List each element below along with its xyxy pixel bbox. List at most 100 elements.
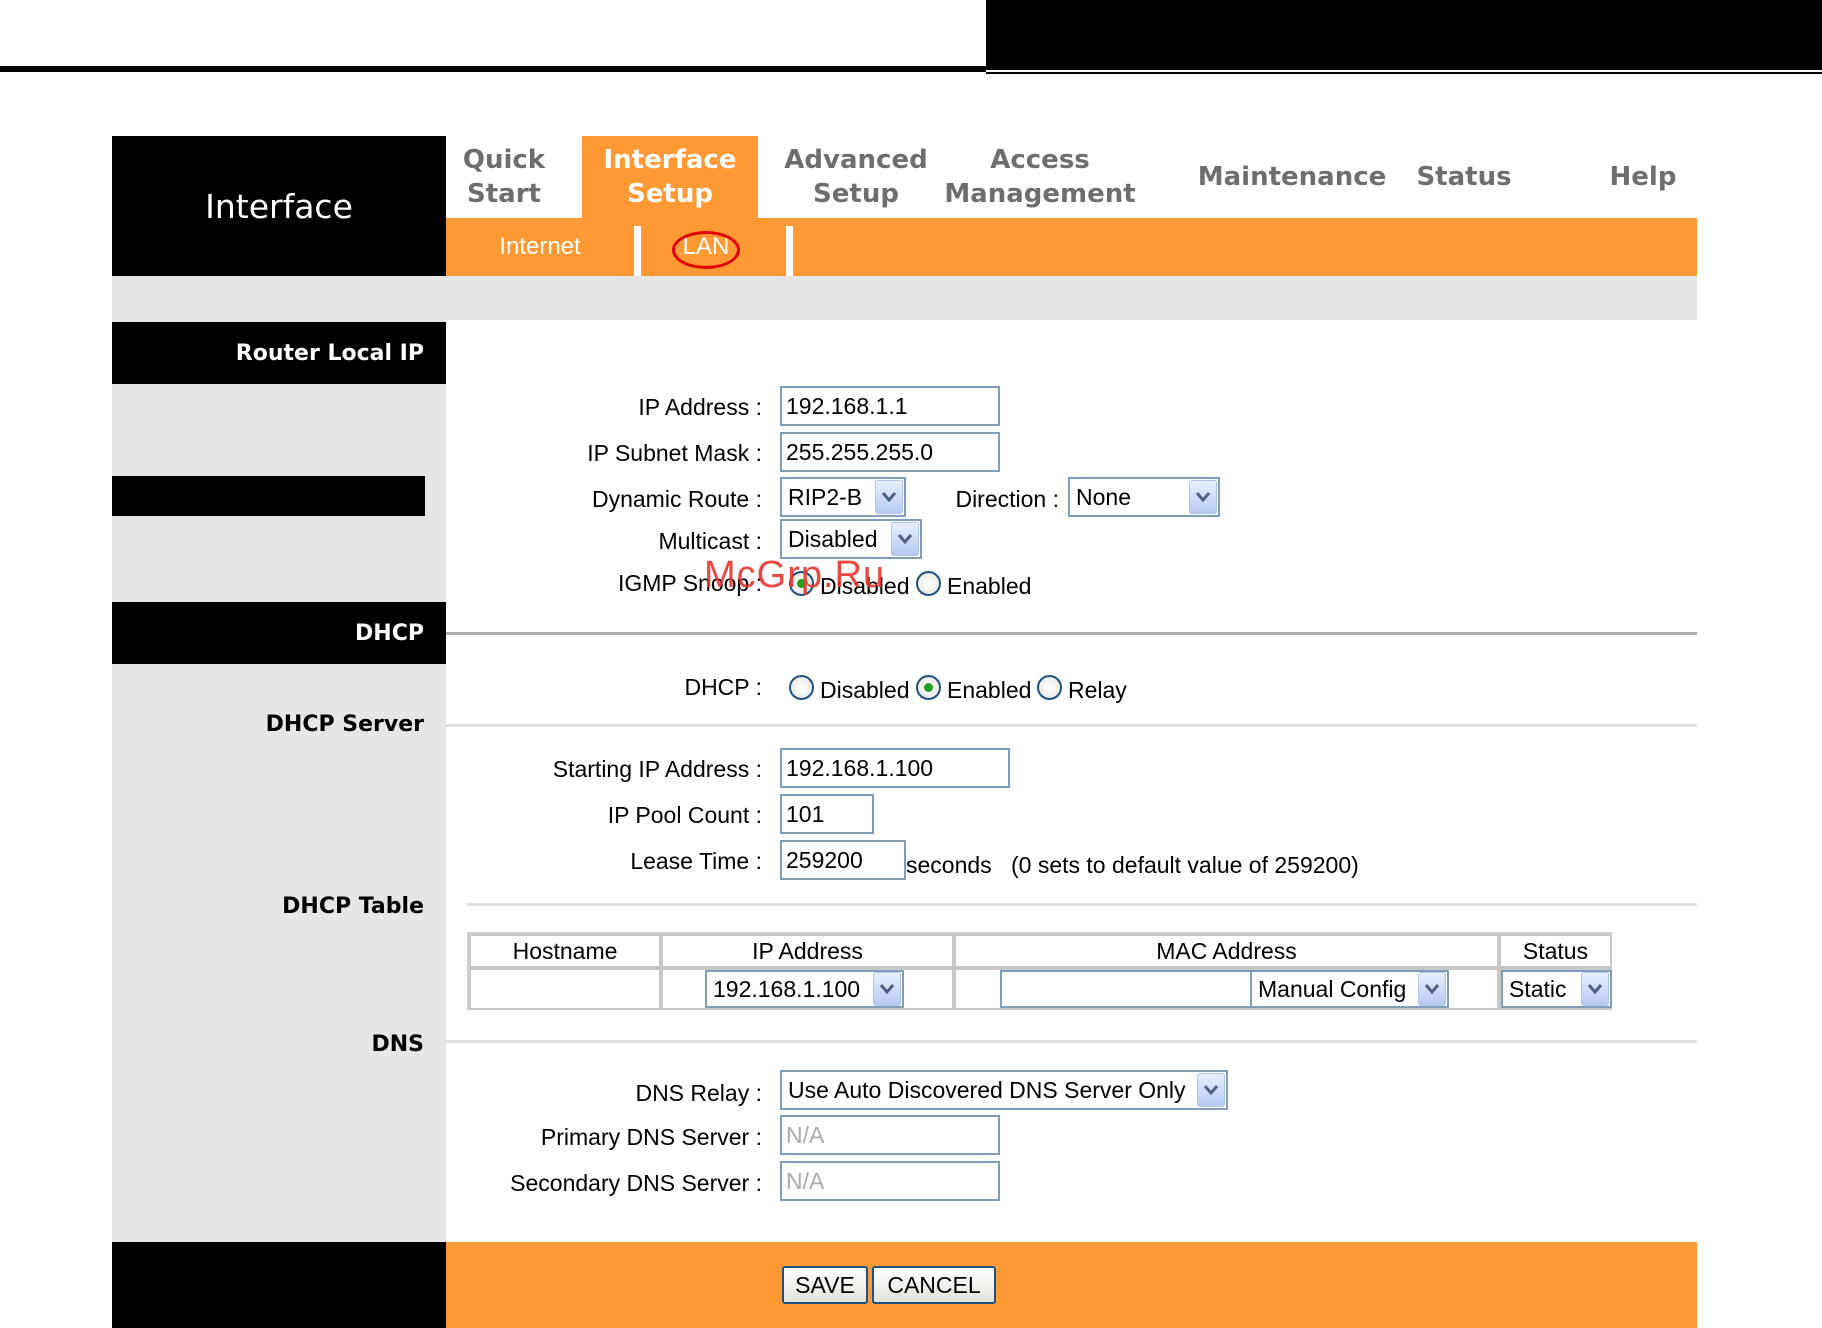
title-spacer-bar bbox=[112, 276, 1697, 320]
pool-count-label: IP Pool Count : bbox=[607, 802, 762, 828]
ip-address-cell: 192.168.1.100 bbox=[661, 968, 954, 1010]
starting-ip-input[interactable]: 192.168.1.100 bbox=[780, 748, 1010, 788]
direction-select[interactable]: None bbox=[1068, 477, 1220, 517]
lan-highlight-circle bbox=[672, 231, 740, 269]
section-blank-header bbox=[112, 476, 425, 516]
chevron-down-icon bbox=[1581, 972, 1609, 1006]
section-dhcp: DHCP bbox=[112, 602, 446, 664]
section-dhcp-server: DHCP Server bbox=[265, 712, 424, 737]
ip-address-input[interactable]: 192.168.1.1 bbox=[780, 386, 1000, 426]
tab-interface-setup-line2: Setup bbox=[627, 179, 713, 209]
left-section-panel bbox=[112, 320, 446, 1328]
dhcp-disabled-radio[interactable] bbox=[789, 675, 814, 700]
dhcp-table-header: Status bbox=[1499, 934, 1612, 968]
tab-interface-setup[interactable]: Interface Setup bbox=[582, 136, 758, 218]
tab-status-label: Status bbox=[1416, 162, 1512, 192]
dhcp-relay-radio[interactable] bbox=[1037, 675, 1062, 700]
direction-value: None bbox=[1076, 483, 1131, 510]
dhcp-enabled-radio[interactable] bbox=[916, 675, 941, 700]
cancel-button[interactable]: CANCEL bbox=[872, 1266, 996, 1304]
subtab-separator bbox=[634, 226, 641, 276]
tab-maintenance-label: Maintenance bbox=[1197, 162, 1387, 192]
subtab-internet[interactable]: Internet bbox=[484, 218, 596, 276]
lease-time-input[interactable]: 259200 bbox=[780, 840, 906, 880]
lease-time-unit: seconds bbox=[906, 852, 992, 878]
primary-dns-input[interactable]: N/A bbox=[780, 1115, 1000, 1155]
section-divider bbox=[467, 903, 1697, 906]
dhcp-table-header: MAC Address bbox=[954, 934, 1499, 968]
mac-address-input[interactable] bbox=[1000, 970, 1252, 1008]
primary-dns-label: Primary DNS Server : bbox=[540, 1124, 762, 1150]
dhcp-enabled-label: Enabled bbox=[947, 677, 1032, 703]
multicast-value: Disabled bbox=[788, 525, 878, 552]
ip-address-label: IP Address : bbox=[638, 394, 762, 420]
section-dns: DNS bbox=[371, 1032, 424, 1057]
chevron-down-icon bbox=[1197, 1073, 1225, 1107]
chevron-down-icon bbox=[891, 522, 919, 556]
dns-relay-select[interactable]: Use Auto Discovered DNS Server Only bbox=[780, 1070, 1228, 1110]
status-value: Static bbox=[1509, 975, 1567, 1002]
router-web-ui: Interface Quick Start Interface Setup Adva… bbox=[112, 136, 1697, 1328]
subnet-mask-label: IP Subnet Mask : bbox=[587, 440, 762, 466]
dynamic-route-select[interactable]: RIP2-B bbox=[780, 477, 906, 517]
footer-left-block bbox=[112, 1242, 446, 1328]
status-select[interactable]: Static bbox=[1501, 970, 1612, 1008]
dhcp-table-header: IP Address bbox=[661, 934, 954, 968]
table-ip-value: 192.168.1.100 bbox=[713, 975, 861, 1002]
dhcp-mode-label: DHCP : bbox=[684, 674, 762, 700]
page-logo: Interface bbox=[112, 136, 446, 276]
section-divider bbox=[446, 1040, 1697, 1043]
secondary-dns-label: Secondary DNS Server : bbox=[510, 1170, 762, 1196]
document-header-block bbox=[986, 0, 1822, 74]
tab-maintenance[interactable]: Maintenance bbox=[1192, 136, 1392, 218]
tab-help-label: Help bbox=[1609, 162, 1677, 192]
tab-interface-setup-line1: Interface bbox=[603, 145, 737, 175]
save-button[interactable]: SAVE bbox=[782, 1266, 868, 1304]
sub-navigation-bar: Internet LAN bbox=[446, 218, 1697, 276]
chevron-down-icon bbox=[1189, 480, 1217, 514]
table-ip-select[interactable]: 192.168.1.100 bbox=[705, 970, 904, 1008]
dhcp-table: Hostname IP Address MAC Address Status 1… bbox=[467, 932, 1612, 1010]
mac-mode-select[interactable]: Manual Config bbox=[1250, 970, 1449, 1008]
section-router-local-ip: Router Local IP bbox=[112, 322, 446, 384]
chevron-down-icon bbox=[875, 480, 903, 514]
mac-address-cell: Manual Config bbox=[954, 968, 1499, 1010]
tab-quick-start-line2: Start bbox=[467, 179, 541, 209]
section-dhcp-table: DHCP Table bbox=[282, 894, 424, 919]
dhcp-disabled-label: Disabled bbox=[820, 677, 910, 703]
direction-label: Direction : bbox=[955, 486, 1059, 512]
tab-quick-start-line1: Quick bbox=[462, 145, 546, 175]
chevron-down-icon bbox=[873, 972, 901, 1006]
dynamic-route-label: Dynamic Route : bbox=[591, 486, 762, 512]
document-header-rule bbox=[0, 66, 990, 72]
tab-access-management[interactable]: Access Management bbox=[944, 136, 1135, 218]
dhcp-relay-label: Relay bbox=[1068, 677, 1127, 703]
tab-advanced-setup-line1: Advanced bbox=[784, 145, 928, 175]
chevron-down-icon bbox=[1418, 972, 1446, 1006]
dhcp-table-header: Hostname bbox=[469, 934, 661, 968]
lease-time-label: Lease Time : bbox=[630, 848, 762, 874]
section-divider bbox=[446, 632, 1697, 635]
section-divider bbox=[446, 724, 1697, 727]
subtab-separator bbox=[786, 226, 793, 276]
tab-status[interactable]: Status bbox=[1412, 136, 1516, 218]
watermark-text: McGrp.Ru bbox=[704, 554, 886, 596]
tab-help[interactable]: Help bbox=[1602, 136, 1684, 218]
igmp-enabled-label: Enabled bbox=[947, 573, 1032, 599]
subnet-mask-input[interactable]: 255.255.255.0 bbox=[780, 432, 1000, 472]
tab-quick-start[interactable]: Quick Start bbox=[446, 136, 562, 218]
multicast-label: Multicast : bbox=[658, 528, 762, 554]
dns-relay-label: DNS Relay : bbox=[635, 1080, 762, 1106]
igmp-enabled-radio[interactable] bbox=[916, 571, 941, 596]
dynamic-route-value: RIP2-B bbox=[788, 483, 863, 510]
lease-time-note: (0 sets to default value of 259200) bbox=[1011, 852, 1359, 878]
tab-access-management-line1: Access bbox=[990, 145, 1090, 175]
hostname-cell bbox=[469, 968, 661, 1010]
pool-count-input[interactable]: 101 bbox=[780, 794, 874, 834]
tab-advanced-setup[interactable]: Advanced Setup bbox=[772, 136, 940, 218]
status-cell: Static bbox=[1499, 968, 1612, 1010]
tab-advanced-setup-line2: Setup bbox=[813, 179, 899, 209]
tab-access-management-line2: Management bbox=[944, 179, 1136, 209]
multicast-select[interactable]: Disabled bbox=[780, 519, 922, 559]
secondary-dns-input[interactable]: N/A bbox=[780, 1161, 1000, 1201]
